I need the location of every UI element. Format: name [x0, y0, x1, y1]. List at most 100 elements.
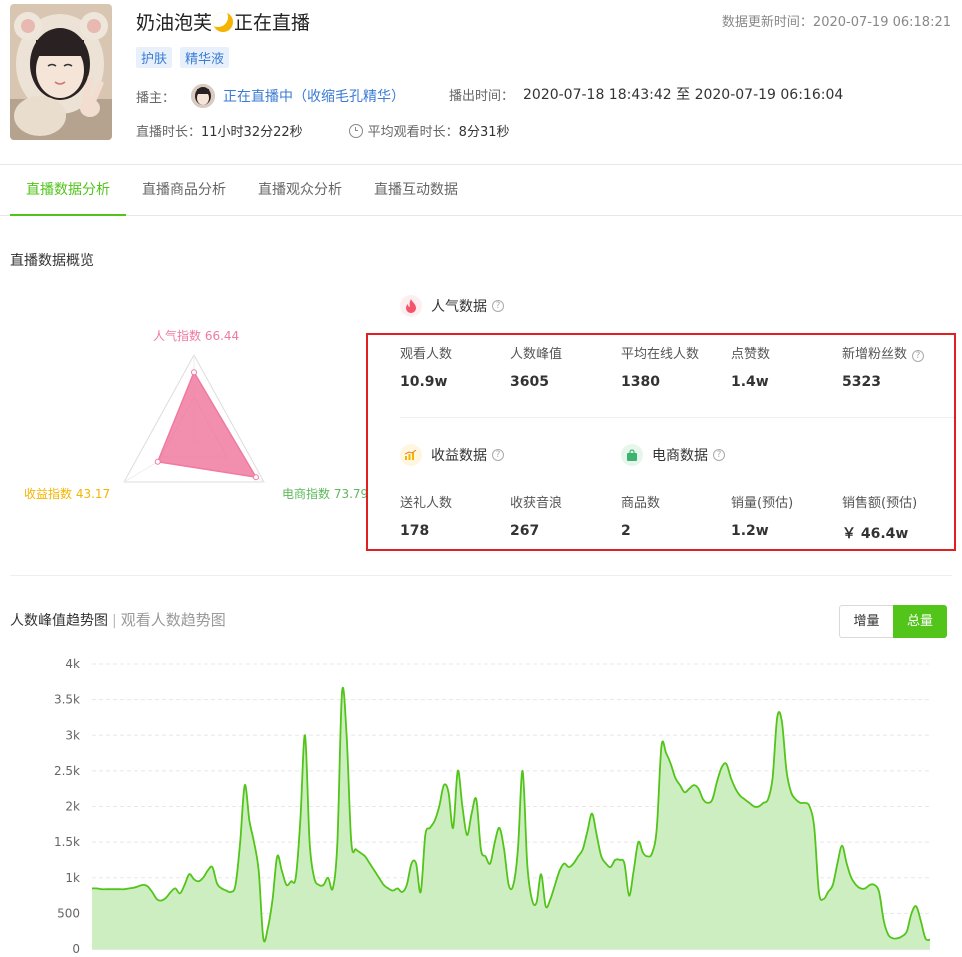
metric-label: 商品数	[621, 496, 661, 511]
section-divider	[10, 575, 952, 576]
metric-product-count: 商品数 2	[621, 492, 660, 539]
tag-list: 护肤 精华液	[136, 47, 230, 68]
update-time: 数据更新时间：2020-07-19 06:18:21	[722, 11, 951, 30]
live-time-label: 播出时间：	[449, 89, 515, 104]
metric-label: 平均在线人数	[621, 347, 700, 362]
tab-live-data-analysis[interactable]: 直播数据分析	[10, 166, 126, 216]
metric-sales-amount: 销售额(预估) ￥ 46.4w	[842, 492, 917, 543]
streamer-photo	[10, 4, 112, 140]
trend-tab-viewers[interactable]: 观看人数趋势图	[121, 611, 226, 629]
revenue-header: 收益数据 ?	[400, 444, 504, 466]
tab-live-interaction-data[interactable]: 直播互动数据	[358, 166, 474, 215]
trend-chart-svg: 0 500 1k 1.5k 2k 2.5k 3k 3.5k 4k	[54, 657, 931, 956]
radar-point-revenue	[154, 458, 161, 465]
trend-separator: |	[112, 613, 117, 629]
metric-value: 2	[621, 523, 631, 539]
ecommerce-title: 电商数据	[652, 448, 708, 464]
trend-area	[92, 687, 930, 949]
y-tick-label: 3k	[65, 728, 80, 742]
radar-label-ecommerce: 电商指数 73.79	[282, 487, 369, 501]
radar-chart: 人气指数 66.44 收益指数 43.17 电商指数 73.79	[20, 320, 370, 520]
metric-gift-givers: 送礼人数 178	[400, 492, 452, 539]
toggle-total-button[interactable]: 总量	[893, 605, 947, 638]
metric-label: 观看人数	[400, 347, 453, 362]
metric-peak-viewers: 人数峰值 3605	[510, 343, 562, 390]
metric-value: 3605	[510, 374, 549, 390]
live-header: 奶油泡芙 正在直播 数据更新时间：2020-07-19 06:18:21 护肤 精…	[0, 0, 962, 165]
fire-icon	[400, 295, 422, 317]
metrics-divider	[400, 417, 954, 418]
metric-likes: 点赞数 1.4w	[731, 343, 770, 390]
toggle-increment-button[interactable]: 增量	[839, 605, 893, 638]
avg-watch-label: 平均观看时长：	[367, 125, 459, 140]
metric-avg-online: 平均在线人数 1380	[621, 343, 699, 390]
y-tick-label: 0	[72, 942, 80, 956]
metric-sales-volume: 销量(预估) 1.2w	[731, 492, 793, 539]
live-time-value: 2020-07-18 18:43:42 至 2020-07-19 06:16:0…	[523, 87, 844, 103]
section-title: 直播数据概览	[10, 253, 94, 269]
help-icon[interactable]: ?	[492, 449, 504, 461]
metric-label: 人数峰值	[510, 347, 563, 362]
help-icon[interactable]: ?	[713, 449, 725, 461]
metric-label: 销售额(预估)	[842, 496, 918, 511]
fire-icon-svg	[406, 299, 416, 313]
tab-bar: 直播数据分析 直播商品分析 直播观众分析 直播互动数据	[0, 166, 962, 216]
metrics-highlight-box: 观看人数 10.9w 人数峰值 3605 平均在线人数 1380 点赞数 1.4…	[366, 333, 956, 551]
y-tick-label: 1k	[65, 871, 80, 885]
revenue-title: 收益数据	[431, 448, 487, 464]
tab-live-product-analysis[interactable]: 直播商品分析	[126, 166, 242, 215]
help-icon[interactable]: ?	[912, 350, 925, 362]
tag-serum[interactable]: 精华液	[180, 47, 230, 68]
metric-value: 178	[400, 523, 430, 539]
metric-label: 点赞数	[731, 347, 771, 362]
revenue-chart-icon	[400, 444, 422, 466]
trend-tab-peak[interactable]: 人数峰值趋势图	[10, 613, 108, 629]
radar-point-ecommerce	[252, 474, 259, 481]
trend-chart: 0 500 1k 1.5k 2k 2.5k 3k 3.5k 4k	[0, 650, 962, 957]
mode-toggle: 增量 总量	[839, 605, 947, 638]
live-status-text: 正在直播	[234, 12, 311, 34]
metric-value: 267	[510, 523, 540, 539]
metric-value: 1.4w	[731, 374, 769, 390]
metric-label-text: 新增粉丝数	[842, 347, 908, 362]
host-label: 播主：	[136, 90, 176, 106]
ecommerce-header: 电商数据 ?	[621, 444, 725, 466]
host-avatar-image	[191, 84, 216, 108]
host-name-link[interactable]: 正在直播中（收缩毛孔精华）	[223, 86, 405, 106]
y-tick-label: 2k	[65, 800, 80, 814]
shopping-bag-icon	[621, 444, 643, 466]
avg-watch-value: 8分31秒	[458, 125, 510, 140]
streamer-avatar[interactable]	[10, 4, 112, 140]
popularity-header: 人气数据 ?	[400, 295, 504, 317]
radar-point-popularity	[191, 369, 197, 376]
help-icon[interactable]: ?	[492, 300, 504, 312]
tab-live-audience-analysis[interactable]: 直播观众分析	[242, 166, 358, 215]
duration-row: 直播时长： 11小时32分22秒 平均观看时长： 8分31秒	[136, 121, 510, 140]
moon-icon	[213, 12, 234, 32]
metric-value: 1.2w	[731, 523, 769, 539]
radar-area	[156, 370, 258, 479]
y-tick-label: 4k	[65, 657, 80, 671]
metric-label: 新增粉丝数?	[842, 343, 925, 362]
y-tick-label: 1.5k	[54, 835, 80, 849]
metric-value: 1380	[621, 374, 660, 390]
metric-label: 销量(预估)	[731, 496, 794, 511]
metric-value: ￥ 46.4w	[842, 526, 909, 542]
shopping-bag-icon-svg	[627, 449, 637, 461]
revenue-chart-icon-svg	[405, 450, 417, 460]
y-tick-label: 2.5k	[54, 764, 80, 778]
host-avatar[interactable]	[191, 84, 216, 108]
host-row: 播主： 正在直播中（收缩毛孔精华）	[136, 84, 405, 108]
metric-label: 送礼人数	[400, 496, 453, 511]
update-time-value: 2020-07-19 06:18:21	[812, 15, 951, 30]
metric-value: 10.9w	[400, 374, 448, 390]
metric-value: 5323	[842, 374, 881, 390]
metric-label: 收获音浪	[510, 496, 563, 511]
clock-icon	[348, 123, 363, 138]
y-tick-label: 3.5k	[54, 693, 80, 707]
duration-label: 直播时长：	[136, 125, 202, 140]
stream-title: 奶油泡芙 正在直播	[136, 8, 310, 35]
update-time-label: 数据更新时间：	[721, 15, 813, 30]
metric-viewers: 观看人数 10.9w	[400, 343, 452, 390]
tag-skincare[interactable]: 护肤	[136, 47, 173, 68]
